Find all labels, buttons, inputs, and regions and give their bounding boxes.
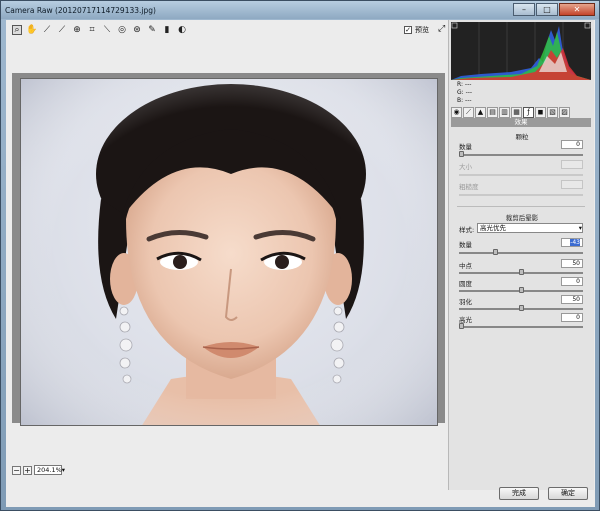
image-canvas[interactable] xyxy=(12,73,445,426)
grain-roughness-label: 粗糙度 xyxy=(459,183,479,191)
client-area: ⌕ ✋ ⟋ ⟋ ⊕ ⌗ ⟍ ◎ ⊛ ✎ ▮ ◐ ✓ 预览 ⤢ − + 204.1… xyxy=(6,20,595,507)
readout-b: B: --- xyxy=(457,97,472,104)
tab-split-toning[interactable]: ▥ xyxy=(499,107,510,118)
white-balance-icon[interactable]: ⟋ xyxy=(42,25,52,35)
close-button[interactable]: ✕ xyxy=(559,3,595,16)
redeye-icon[interactable]: ⊛ xyxy=(132,25,142,35)
preview-label: 预览 xyxy=(415,26,429,34)
slider-thumb[interactable] xyxy=(492,249,498,255)
slider-thumb[interactable] xyxy=(518,305,524,311)
chevron-down-icon: ▾ xyxy=(578,224,582,232)
readout-g: G: --- xyxy=(457,89,473,96)
ok-button[interactable]: 确定 xyxy=(548,487,588,500)
tab-presets[interactable]: ▧ xyxy=(547,107,558,118)
histogram xyxy=(451,22,591,80)
vignette-style-select[interactable]: 高光优先 ▾ xyxy=(477,223,583,233)
spot-removal-icon[interactable]: ◎ xyxy=(117,25,127,35)
midpoint-value[interactable]: 50 xyxy=(561,259,583,268)
feather-slider[interactable] xyxy=(459,305,583,311)
midpoint-slider[interactable] xyxy=(459,269,583,275)
tab-effects[interactable]: ƒ xyxy=(523,107,534,118)
target-adjust-icon[interactable]: ⊕ xyxy=(72,25,82,35)
slider-thumb[interactable] xyxy=(459,323,464,329)
vignette-amount-value[interactable]: -43 xyxy=(561,238,583,247)
chevron-down-icon: ▾ xyxy=(61,466,66,474)
style-value: 高光优先 xyxy=(480,224,506,232)
tab-camera-calibration[interactable]: ◼ xyxy=(535,107,546,118)
readout-r: R: --- xyxy=(457,81,472,88)
grain-amount-value[interactable]: 0 xyxy=(561,140,583,149)
fullscreen-icon[interactable]: ⤢ xyxy=(438,24,445,34)
vignette-amount-slider[interactable] xyxy=(459,249,583,255)
tab-basic[interactable]: ◉ xyxy=(451,107,462,118)
grain-amount-slider[interactable] xyxy=(459,151,583,157)
grain-roughness-slider xyxy=(459,194,583,196)
window-title: Camera Raw (20120717114729133.jpg) xyxy=(5,5,156,15)
straighten-icon[interactable]: ⟍ xyxy=(102,25,112,35)
maximize-button[interactable]: □ xyxy=(536,3,558,16)
panel-header: 效果 xyxy=(451,118,591,127)
zoom-level-value: 204.1% xyxy=(37,466,62,474)
color-sampler-icon[interactable]: ⟋ xyxy=(57,25,67,35)
tab-detail[interactable]: ▲ xyxy=(475,107,486,118)
highlights-slider[interactable] xyxy=(459,323,583,329)
zoom-in-button[interactable]: + xyxy=(23,465,32,475)
zoom-bar: − + 204.1% ▾ xyxy=(12,464,445,476)
zoom-level-select[interactable]: 204.1% ▾ xyxy=(34,465,66,475)
rgb-readout: R: --- G: --- B: --- xyxy=(457,81,497,105)
grain-amount-label: 数量 xyxy=(459,143,472,151)
toolbar: ⌕ ✋ ⟋ ⟋ ⊕ ⌗ ⟍ ◎ ⊛ ✎ ▮ ◐ xyxy=(6,20,446,40)
zoom-out-button[interactable]: − xyxy=(12,465,21,475)
done-button[interactable]: 完成 xyxy=(499,487,539,500)
grain-size-value xyxy=(561,160,583,169)
tab-hsl[interactable]: ▤ xyxy=(487,107,498,118)
camera-raw-window: Camera Raw (20120717114729133.jpg) – □ ✕… xyxy=(0,0,600,511)
preview-photo xyxy=(20,78,438,426)
feather-value[interactable]: 50 xyxy=(561,295,583,304)
title-bar[interactable]: Camera Raw (20120717114729133.jpg) – □ ✕ xyxy=(1,1,599,19)
style-label: 样式: xyxy=(459,226,475,234)
panel-tabs: ◉ ⟋ ▲ ▤ ▥ ▦ ƒ ◼ ▧ ▨ xyxy=(451,107,591,118)
feather-label: 羽化 xyxy=(459,298,472,306)
midpoint-label: 中点 xyxy=(459,262,472,270)
adjustment-brush-icon[interactable]: ✎ xyxy=(147,25,157,35)
crop-icon[interactable]: ⌗ xyxy=(87,25,97,35)
grain-roughness-value xyxy=(561,180,583,189)
graduated-filter-icon[interactable]: ▮ xyxy=(162,25,172,35)
vignette-title: 裁剪后晕影 xyxy=(505,214,539,222)
minimize-button[interactable]: – xyxy=(513,3,535,16)
grain-size-slider xyxy=(459,174,583,176)
highlights-value[interactable]: 0 xyxy=(561,313,583,322)
section-divider xyxy=(457,206,585,207)
roundness-slider[interactable] xyxy=(459,287,583,293)
slider-thumb[interactable] xyxy=(459,151,464,157)
portrait-image xyxy=(21,79,437,425)
zoom-icon[interactable]: ⌕ xyxy=(12,25,22,35)
roundness-value[interactable]: 0 xyxy=(561,277,583,286)
vignette-amount-label: 数量 xyxy=(459,241,472,249)
hand-icon[interactable]: ✋ xyxy=(26,25,37,35)
preview-checkbox[interactable]: ✓ xyxy=(404,26,412,34)
adjustment-panel: R: --- G: --- B: --- ◉ ⟋ ▲ ▤ ▥ ▦ ƒ ◼ ▧ ▨… xyxy=(448,20,594,490)
slider-thumb[interactable] xyxy=(518,269,524,275)
grain-size-label: 大小 xyxy=(459,163,472,171)
tab-lens[interactable]: ▦ xyxy=(511,107,522,118)
tab-tone-curve[interactable]: ⟋ xyxy=(463,107,474,118)
rotate-icon[interactable]: ◐ xyxy=(177,25,187,35)
roundness-label: 圆度 xyxy=(459,280,472,288)
slider-thumb[interactable] xyxy=(518,287,524,293)
vignette-amount-text: -43 xyxy=(570,239,580,246)
preview-toggle[interactable]: ✓ 预览 xyxy=(404,25,429,35)
window-controls: – □ ✕ xyxy=(512,3,595,16)
tab-snapshots[interactable]: ▨ xyxy=(559,107,570,118)
